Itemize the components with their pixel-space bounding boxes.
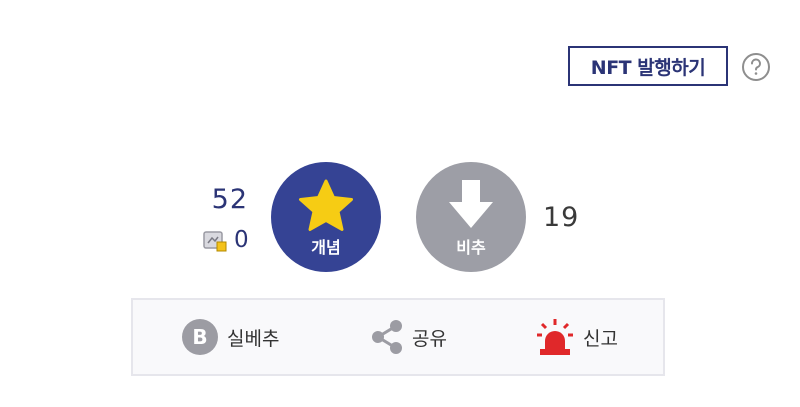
upvote-count: 52 — [211, 184, 248, 215]
report-label: 신고 — [583, 327, 618, 350]
report-button[interactable]: 신고 — [535, 300, 618, 374]
share-icon — [372, 320, 402, 354]
arrow-down-icon — [449, 180, 493, 228]
nft-issue-button[interactable]: NFT 발행하기 — [568, 46, 728, 86]
best-recommend-button[interactable]: B 실베추 — [181, 300, 279, 374]
share-label: 공유 — [412, 327, 447, 350]
upvote-button[interactable]: 개념 — [271, 162, 381, 272]
nft-issue-label: NFT 발행하기 — [590, 56, 706, 79]
fixed-account-count: 0 — [234, 227, 249, 253]
svg-text:B: B — [192, 325, 207, 349]
downvote-label: 비추 — [456, 238, 486, 257]
share-button[interactable]: 공유 — [370, 300, 447, 374]
action-bar: B 실베추 공유 신고 — [131, 298, 665, 376]
question-circle-icon[interactable] — [741, 52, 771, 82]
b-circle-icon: B — [182, 319, 218, 355]
star-icon — [299, 179, 353, 231]
best-recommend-label: 실베추 — [227, 327, 280, 350]
siren-icon — [537, 319, 573, 355]
fixed-account-icon — [203, 231, 227, 252]
downvote-count: 19 — [543, 202, 580, 233]
upvote-label: 개념 — [311, 238, 341, 257]
downvote-button[interactable]: 비추 — [416, 162, 526, 272]
fixed-account-votes: 0 — [202, 226, 249, 254]
vote-panel: NFT 발행하기 52 0 개념 비추 19 B 실베추 공유 신고 — [0, 0, 800, 407]
